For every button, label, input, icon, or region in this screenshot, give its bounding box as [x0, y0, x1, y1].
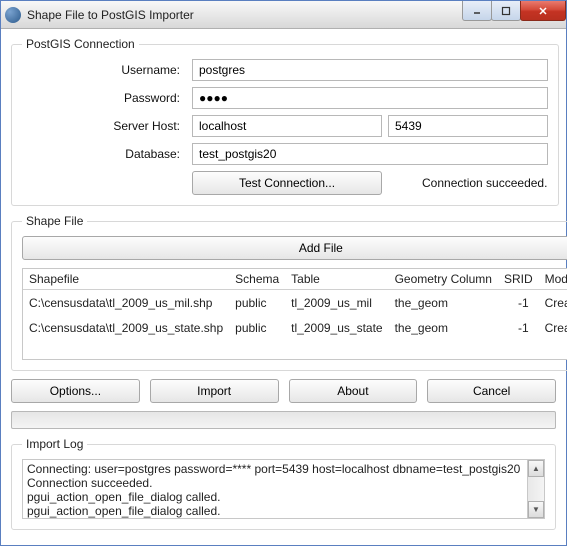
table-row	[23, 340, 567, 360]
cell-geom[interactable]: the_geom	[389, 315, 498, 340]
username-input[interactable]	[192, 59, 548, 81]
shapefile-table-wrap: Shapefile Schema Table Geometry Column S…	[22, 268, 567, 360]
password-input[interactable]	[192, 87, 548, 109]
add-file-button[interactable]: Add File	[22, 236, 567, 260]
shapefile-table: Shapefile Schema Table Geometry Column S…	[23, 269, 567, 360]
log-line: pgui_action_open_file_dialog called.	[27, 490, 522, 504]
log-line: Connecting: user=postgres password=**** …	[27, 462, 522, 476]
import-button[interactable]: Import	[150, 379, 279, 403]
cell-table[interactable]: tl_2009_us_state	[285, 315, 388, 340]
log-line: pgui_action_open_file_dialog called.	[27, 504, 522, 518]
close-button[interactable]	[520, 1, 566, 21]
cell-srid[interactable]: -1	[498, 290, 539, 316]
import-log-group: Import Log Connecting: user=postgres pas…	[11, 437, 556, 530]
database-input[interactable]	[192, 143, 548, 165]
cell-schema[interactable]: public	[229, 315, 285, 340]
shape-file-group: Shape File Add File Shapefile Schema Tab…	[11, 214, 567, 371]
titlebar: Shape File to PostGIS Importer	[1, 1, 566, 29]
connection-status: Connection succeeded.	[422, 176, 547, 190]
cell-shapefile[interactable]: C:\censusdata\tl_2009_us_state.shp	[23, 315, 229, 340]
database-label: Database:	[22, 147, 192, 161]
app-icon	[5, 7, 21, 23]
port-input[interactable]	[388, 115, 548, 137]
table-row[interactable]: C:\censusdata\tl_2009_us_mil.shppublictl…	[23, 290, 567, 316]
log-scrollbar[interactable]: ▲ ▼	[527, 460, 544, 518]
cancel-button[interactable]: Cancel	[427, 379, 556, 403]
host-input[interactable]	[192, 115, 382, 137]
col-mode[interactable]: Mode	[539, 269, 567, 290]
cell-shapefile[interactable]: C:\censusdata\tl_2009_us_mil.shp	[23, 290, 229, 316]
col-srid[interactable]: SRID	[498, 269, 539, 290]
test-connection-button[interactable]: Test Connection...	[192, 171, 382, 195]
scroll-up-icon[interactable]: ▲	[528, 460, 544, 477]
col-shapefile[interactable]: Shapefile	[23, 269, 229, 290]
password-label: Password:	[22, 91, 192, 105]
import-log-legend: Import Log	[22, 437, 87, 451]
postgis-connection-group: PostGIS Connection Username: Password: S…	[11, 37, 559, 206]
cell-mode[interactable]: Create	[539, 315, 567, 340]
cell-schema[interactable]: public	[229, 290, 285, 316]
col-schema[interactable]: Schema	[229, 269, 285, 290]
action-row: Options... Import About Cancel	[11, 379, 556, 403]
scroll-down-icon[interactable]: ▼	[528, 501, 544, 518]
log-line: Connection succeeded.	[27, 476, 522, 490]
col-geom[interactable]: Geometry Column	[389, 269, 498, 290]
log-box[interactable]: Connecting: user=postgres password=**** …	[22, 459, 545, 519]
table-row[interactable]: C:\censusdata\tl_2009_us_state.shppublic…	[23, 315, 567, 340]
shape-file-legend: Shape File	[22, 214, 87, 228]
window-title: Shape File to PostGIS Importer	[27, 8, 194, 22]
cell-table[interactable]: tl_2009_us_mil	[285, 290, 388, 316]
cell-mode[interactable]: Create	[539, 290, 567, 316]
maximize-button[interactable]	[491, 1, 521, 21]
window-controls	[463, 1, 566, 21]
cell-srid[interactable]: -1	[498, 315, 539, 340]
server-host-label: Server Host:	[22, 119, 192, 133]
minimize-button[interactable]	[462, 1, 492, 21]
cell-geom[interactable]: the_geom	[389, 290, 498, 316]
about-button[interactable]: About	[289, 379, 418, 403]
col-table[interactable]: Table	[285, 269, 388, 290]
postgis-connection-legend: PostGIS Connection	[22, 37, 139, 51]
progress-bar	[11, 411, 556, 429]
options-button[interactable]: Options...	[11, 379, 140, 403]
username-label: Username:	[22, 63, 192, 77]
